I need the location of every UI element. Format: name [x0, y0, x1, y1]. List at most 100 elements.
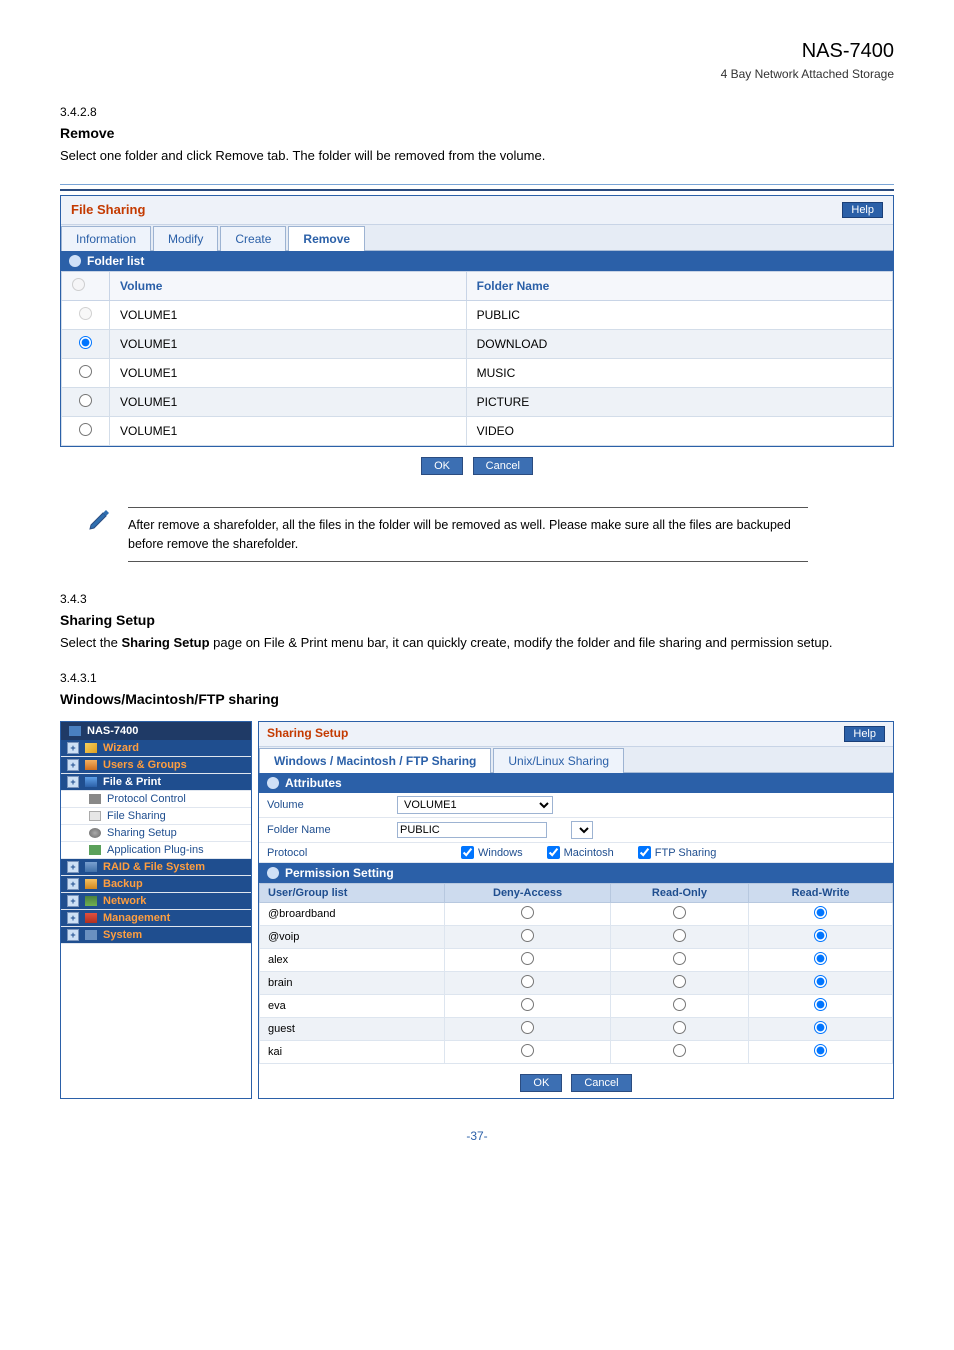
nav-label: Users & Groups	[103, 759, 187, 771]
table-row: VOLUME1PICTURE	[62, 387, 893, 416]
expand-icon[interactable]: +	[67, 759, 79, 771]
row-radio[interactable]	[79, 394, 92, 407]
user-cell: kai	[260, 1041, 445, 1064]
cancel-button[interactable]: Cancel	[473, 457, 533, 475]
tab-wmf-sharing[interactable]: Windows / Macintosh / FTP Sharing	[259, 748, 491, 773]
ok-button-setup[interactable]: OK	[520, 1074, 562, 1092]
protocol-macintosh[interactable]: Macintosh	[547, 846, 614, 859]
nav-item-wizard[interactable]: + Wizard	[61, 740, 251, 757]
table-row: VOLUME1MUSIC	[62, 358, 893, 387]
col-read-write: Read-Write	[749, 884, 893, 903]
folder-table: Volume Folder Name VOLUME1PUBLICVOLUME1D…	[61, 271, 893, 446]
cancel-button-setup[interactable]: Cancel	[571, 1074, 631, 1092]
table-row: @voip	[260, 926, 893, 949]
col-volume: Volume	[110, 271, 467, 300]
perm-radio-deny[interactable]	[521, 1044, 534, 1057]
volume-select[interactable]: VOLUME1	[397, 796, 553, 814]
nav-item-backup[interactable]: +Backup	[61, 876, 251, 893]
row-radio[interactable]	[79, 423, 92, 436]
gear-icon	[69, 255, 81, 267]
col-user-group: User/Group list	[260, 884, 445, 903]
tab-modify[interactable]: Modify	[153, 226, 218, 251]
volume-cell: VOLUME1	[110, 300, 467, 329]
note-block: After remove a sharefolder, all the file…	[88, 507, 808, 563]
help-button[interactable]: Help	[842, 202, 883, 218]
nav-label: File Sharing	[107, 810, 166, 822]
nav-item-application-plug-ins[interactable]: Application Plug-ins	[61, 842, 251, 859]
expand-icon[interactable]: +	[67, 895, 79, 907]
perm-radio-rw[interactable]	[814, 975, 827, 988]
nav-item-network[interactable]: + Network	[61, 893, 251, 910]
nav-item-protocol-control[interactable]: Protocol Control	[61, 791, 251, 808]
folder-list-label: Folder list	[87, 254, 144, 268]
perm-radio-rw[interactable]	[814, 1021, 827, 1034]
perm-radio-deny[interactable]	[521, 906, 534, 919]
perm-radio-ro[interactable]	[673, 952, 686, 965]
file-sharing-title: File Sharing	[71, 202, 145, 217]
tab-remove[interactable]: Remove	[288, 226, 365, 251]
perm-radio-rw[interactable]	[814, 1044, 827, 1057]
nav-item-sharing-setup[interactable]: Sharing Setup	[61, 825, 251, 842]
nav-label: System	[103, 929, 142, 941]
tab-create[interactable]: Create	[220, 226, 286, 251]
tab-information[interactable]: Information	[61, 226, 151, 251]
users-icon	[85, 760, 97, 770]
nav-label: RAID & File System	[103, 861, 205, 873]
printer-icon	[85, 777, 97, 787]
table-row: guest	[260, 1018, 893, 1041]
nav-item-users-groups[interactable]: + Users & Groups	[61, 757, 251, 774]
folder-name-cell: VIDEO	[466, 416, 892, 445]
perm-radio-deny[interactable]	[521, 998, 534, 1011]
perm-radio-ro[interactable]	[673, 1044, 686, 1057]
expand-icon[interactable]: +	[67, 742, 79, 754]
perm-radio-deny[interactable]	[521, 952, 534, 965]
perm-radio-rw[interactable]	[814, 906, 827, 919]
macintosh-checkbox[interactable]	[547, 846, 560, 859]
expand-icon[interactable]: +	[67, 776, 79, 788]
row-radio[interactable]	[79, 336, 92, 349]
perm-radio-rw[interactable]	[814, 929, 827, 942]
nav-label: Wizard	[103, 742, 139, 754]
nav-item-file-sharing[interactable]: File Sharing	[61, 808, 251, 825]
nav-item-system[interactable]: + System	[61, 927, 251, 944]
table-row: alex	[260, 949, 893, 972]
expand-icon[interactable]: +	[67, 878, 79, 890]
perm-radio-deny[interactable]	[521, 975, 534, 988]
ok-button[interactable]: OK	[421, 457, 463, 475]
tab-unix-sharing[interactable]: Unix/Linux Sharing	[493, 748, 624, 773]
folder-name-select[interactable]	[571, 821, 593, 839]
help-button-setup[interactable]: Help	[844, 726, 885, 742]
permission-header: Permission Setting	[259, 863, 893, 883]
perm-radio-ro[interactable]	[673, 929, 686, 942]
gear-icon	[267, 867, 279, 879]
perm-radio-rw[interactable]	[814, 998, 827, 1011]
perm-radio-ro[interactable]	[673, 998, 686, 1011]
expand-icon[interactable]: +	[67, 912, 79, 924]
note-text: After remove a sharefolder, all the file…	[128, 516, 808, 554]
protocol-label: Protocol	[267, 847, 397, 859]
nav-label: Network	[103, 895, 146, 907]
sys-icon	[85, 930, 97, 940]
ftp-checkbox[interactable]	[638, 846, 651, 859]
perm-radio-ro[interactable]	[673, 906, 686, 919]
nav-item-file-print[interactable]: +File & Print	[61, 774, 251, 791]
protocol-ftp[interactable]: FTP Sharing	[638, 846, 717, 859]
protocol-windows[interactable]: Windows	[461, 846, 523, 859]
perm-radio-rw[interactable]	[814, 952, 827, 965]
windows-checkbox[interactable]	[461, 846, 474, 859]
nav-title-text: NAS-7400	[87, 725, 138, 737]
perm-radio-ro[interactable]	[673, 1021, 686, 1034]
perm-radio-deny[interactable]	[521, 929, 534, 942]
volume-cell: VOLUME1	[110, 387, 467, 416]
expand-icon[interactable]: +	[67, 861, 79, 873]
nav-item-management[interactable]: +Management	[61, 910, 251, 927]
gear2-icon	[89, 828, 101, 838]
folder-name-input[interactable]	[397, 822, 547, 838]
doc-subtitle: 4 Bay Network Attached Storage	[60, 67, 894, 81]
section-number-sharing: 3.4.3	[60, 592, 894, 606]
expand-icon[interactable]: +	[67, 929, 79, 941]
row-radio[interactable]	[79, 365, 92, 378]
perm-radio-ro[interactable]	[673, 975, 686, 988]
nav-item-raid-file-system[interactable]: + RAID & File System	[61, 859, 251, 876]
perm-radio-deny[interactable]	[521, 1021, 534, 1034]
